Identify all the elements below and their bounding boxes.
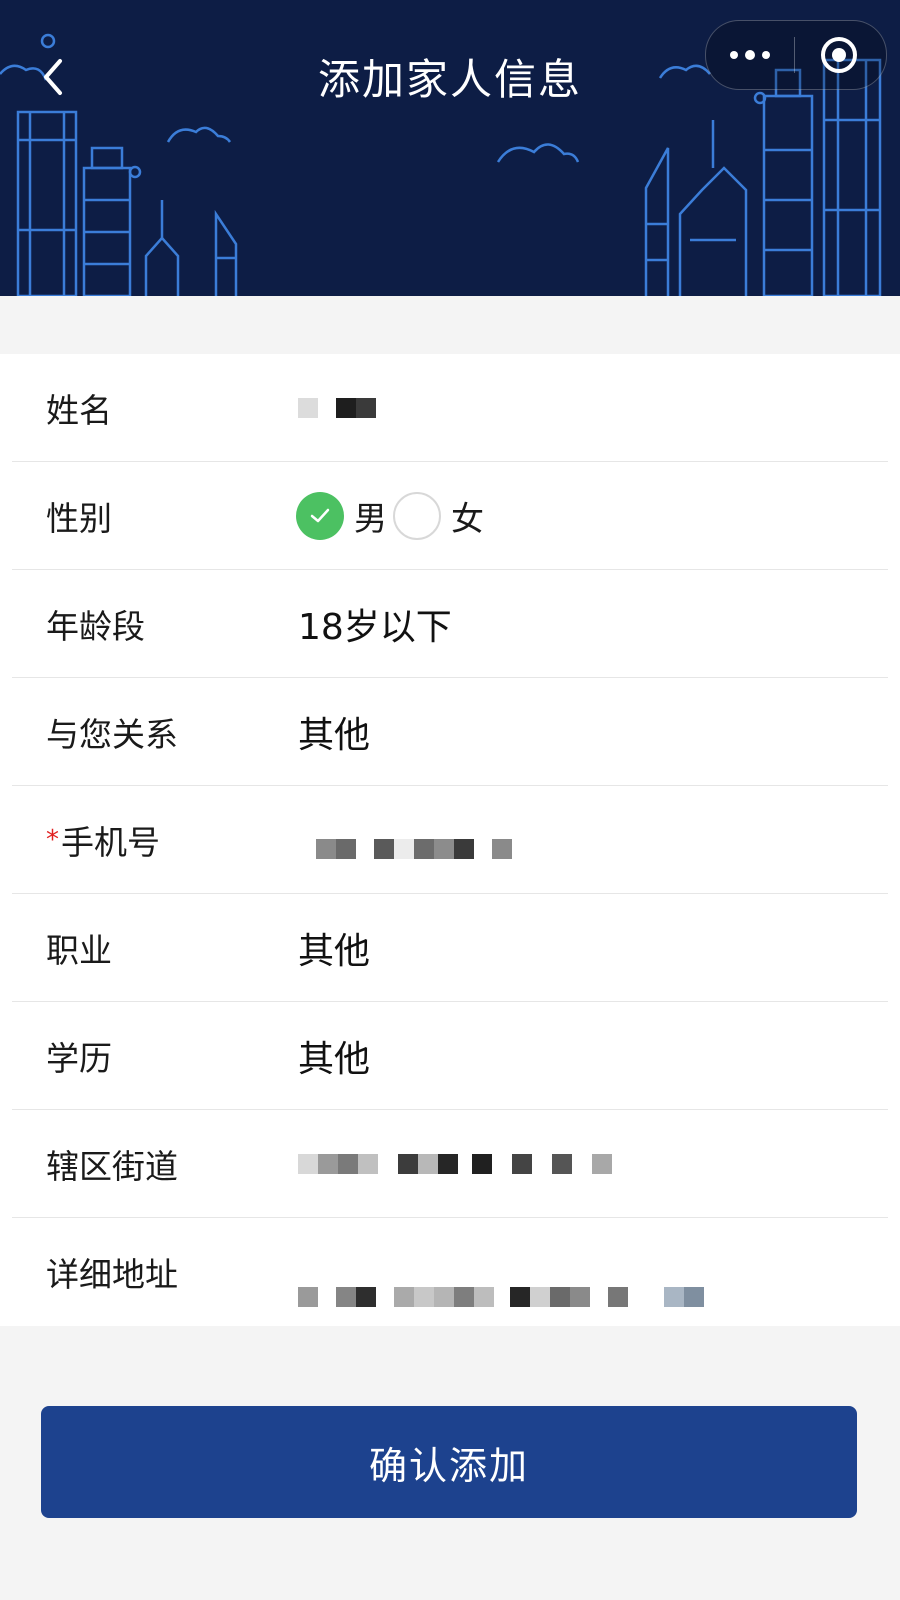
form-row-gender: 性别 男 女 bbox=[0, 462, 900, 570]
form-row-job[interactable]: 职业 其他 bbox=[0, 894, 900, 1002]
form-row-address[interactable]: 详细地址 bbox=[0, 1218, 900, 1326]
confirm-add-button[interactable]: 确认添加 bbox=[41, 1406, 857, 1518]
form-row-education[interactable]: 学历 其他 bbox=[0, 1002, 900, 1110]
form-row-relation[interactable]: 与您关系 其他 bbox=[0, 678, 900, 786]
phone-field-redacted[interactable] bbox=[316, 836, 512, 862]
mini-program-capsule bbox=[705, 20, 887, 90]
target-circle-icon bbox=[821, 37, 857, 73]
gender-female-label: 女 bbox=[451, 499, 484, 538]
check-icon bbox=[310, 508, 330, 523]
district-label: 辖区街道 bbox=[46, 1147, 178, 1186]
job-label: 职业 bbox=[46, 931, 112, 970]
page-header: 添加家人信息 bbox=[0, 0, 900, 296]
form-row-district[interactable]: 辖区街道 bbox=[0, 1110, 900, 1218]
job-value[interactable]: 其他 bbox=[298, 922, 370, 974]
form-row-age[interactable]: 年龄段 18岁以下 bbox=[0, 570, 900, 678]
required-mark: * bbox=[46, 825, 59, 855]
more-button[interactable] bbox=[706, 21, 794, 89]
relation-value[interactable]: 其他 bbox=[298, 706, 370, 758]
age-value[interactable]: 18岁以下 bbox=[298, 598, 452, 650]
education-label: 学历 bbox=[46, 1039, 112, 1078]
phone-label-text: 手机号 bbox=[61, 823, 160, 862]
address-label: 详细地址 bbox=[46, 1255, 178, 1294]
education-value[interactable]: 其他 bbox=[298, 1030, 370, 1082]
name-label: 姓名 bbox=[46, 391, 112, 430]
relation-label: 与您关系 bbox=[46, 715, 178, 754]
more-dots-icon bbox=[730, 50, 770, 60]
close-mini-program-button[interactable] bbox=[795, 21, 883, 89]
gender-male-label: 男 bbox=[354, 499, 387, 538]
gender-male-radio[interactable] bbox=[296, 492, 344, 540]
form-row-name: 姓名 bbox=[0, 354, 900, 462]
form-row-phone: *手机号 bbox=[0, 786, 900, 894]
district-field-redacted[interactable] bbox=[298, 1144, 612, 1184]
gender-radio-group: 男 女 bbox=[296, 492, 490, 540]
phone-label: *手机号 bbox=[46, 816, 160, 864]
gender-label: 性别 bbox=[46, 499, 112, 538]
age-label: 年龄段 bbox=[46, 607, 145, 646]
gender-female-radio[interactable] bbox=[393, 492, 441, 540]
name-field-redacted[interactable] bbox=[298, 395, 376, 421]
address-field-redacted[interactable] bbox=[298, 1284, 704, 1310]
family-info-form: 姓名 性别 男 女 年龄段 18岁以下 与您关系 其他 *手机号 职业 其他 学… bbox=[0, 354, 900, 1326]
